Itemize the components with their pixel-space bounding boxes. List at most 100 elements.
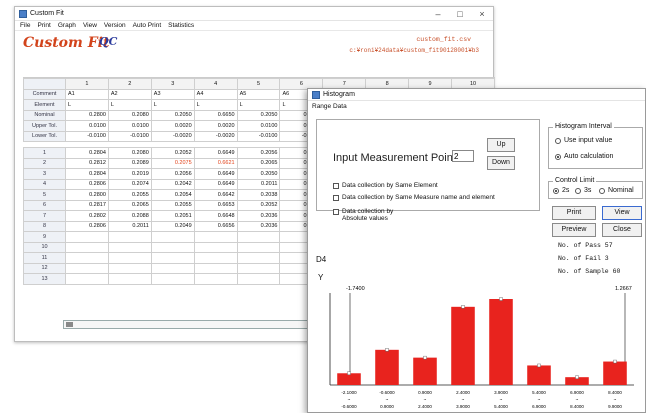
grid-cell[interactable]: 0.2065 xyxy=(236,157,281,169)
grid-cell[interactable]: 0.2075 xyxy=(150,157,195,169)
radio-3s[interactable]: 3s xyxy=(575,187,591,194)
menu-statistics[interactable]: Statistics xyxy=(168,22,194,29)
grid-cell[interactable]: 0.2065 xyxy=(107,199,152,211)
grid-cell[interactable] xyxy=(193,262,238,274)
grid-cell[interactable]: 0.0100 xyxy=(65,120,109,132)
grid-cell[interactable]: 0.6642 xyxy=(193,189,238,201)
radio-use-input-value[interactable]: Use input value xyxy=(555,137,612,144)
grid-cell[interactable]: 0.6621 xyxy=(193,157,238,169)
grid-cell[interactable]: 0.2800 xyxy=(65,109,109,121)
horizontal-scrollbar[interactable] xyxy=(63,320,323,329)
menu-auto-print[interactable]: Auto Print xyxy=(133,22,162,29)
grid-cell[interactable]: 0.2050 xyxy=(150,109,195,121)
grid-cell[interactable]: A4 xyxy=(193,88,238,100)
grid-cell[interactable]: 0.2055 xyxy=(107,189,152,201)
grid-cell[interactable]: 0.2050 xyxy=(236,109,281,121)
grid-cell[interactable]: 0.6650 xyxy=(193,109,238,121)
grid-cell[interactable]: 0.6648 xyxy=(193,210,238,222)
grid-cell[interactable] xyxy=(65,252,109,264)
grid-cell[interactable]: 0.2806 xyxy=(65,178,109,190)
radio-dot[interactable] xyxy=(575,187,581,194)
up-button[interactable]: Up xyxy=(487,138,515,152)
grid-cell[interactable]: -0.0100 xyxy=(107,130,152,142)
grid-cell[interactable]: L xyxy=(193,99,238,111)
grid-cell[interactable]: L xyxy=(150,99,195,111)
grid-cell[interactable]: -0.0020 xyxy=(150,130,195,142)
grid-cell[interactable]: 0.2800 xyxy=(65,189,109,201)
menu-version[interactable]: Version xyxy=(104,22,126,29)
radio-dot[interactable] xyxy=(555,137,561,144)
grid-cell[interactable]: 0.0020 xyxy=(193,120,238,132)
grid-cell[interactable] xyxy=(65,231,109,243)
grid-cell[interactable]: 0.2011 xyxy=(236,178,281,190)
grid-cell[interactable]: 0.6656 xyxy=(193,220,238,232)
grid-cell[interactable] xyxy=(236,241,281,253)
grid-cell[interactable]: 0.2052 xyxy=(236,199,281,211)
grid-cell[interactable]: -0.0100 xyxy=(65,130,109,142)
grid-cell[interactable]: 0.2080 xyxy=(107,147,152,159)
grid-cell[interactable]: L xyxy=(65,99,109,111)
grid-cell[interactable] xyxy=(236,231,281,243)
grid-cell[interactable] xyxy=(107,252,152,264)
grid-cell[interactable]: 0.6649 xyxy=(193,168,238,180)
preview-button[interactable]: Preview xyxy=(552,223,596,237)
grid-cell[interactable]: 0.2051 xyxy=(150,210,195,222)
grid-cell[interactable]: A3 xyxy=(150,88,195,100)
histogram-titlebar[interactable]: Histogram xyxy=(308,89,645,101)
down-button[interactable]: Down xyxy=(487,156,515,170)
grid-cell[interactable]: 0.2036 xyxy=(236,220,281,232)
grid-cell[interactable] xyxy=(193,231,238,243)
grid-cell[interactable]: 0.2817 xyxy=(65,199,109,211)
grid-cell[interactable]: 0.2019 xyxy=(107,168,152,180)
scroll-thumb[interactable] xyxy=(66,322,73,327)
menu-view[interactable]: View xyxy=(83,22,97,29)
grid-cell[interactable]: 0.2080 xyxy=(107,109,152,121)
grid-cell[interactable]: 0.2056 xyxy=(150,168,195,180)
grid-cell[interactable] xyxy=(236,262,281,274)
checkbox-same-measure-name[interactable]: Data collection by Same Measure name and… xyxy=(333,194,503,201)
radio-dot[interactable] xyxy=(553,187,559,194)
grid-cell[interactable] xyxy=(236,252,281,264)
grid-cell[interactable] xyxy=(193,241,238,253)
grid-cell[interactable]: A5 xyxy=(236,88,281,100)
grid-cell[interactable]: 0.2049 xyxy=(150,220,195,232)
radio-auto-calculation[interactable]: Auto calculation xyxy=(555,153,613,160)
grid-cell[interactable]: A2 xyxy=(107,88,152,100)
print-button[interactable]: Print xyxy=(552,206,596,220)
grid-cell[interactable]: 0.2056 xyxy=(236,147,281,159)
checkbox-same-element[interactable]: Data collection by Same Element xyxy=(333,182,438,189)
grid-cell[interactable]: 0.2806 xyxy=(65,220,109,232)
grid-cell[interactable]: 0.2054 xyxy=(150,189,195,201)
grid-cell[interactable] xyxy=(236,273,281,285)
grid-cell[interactable]: 0.0020 xyxy=(150,120,195,132)
main-titlebar[interactable]: Custom Fit – □ × xyxy=(15,7,493,21)
grid-cell[interactable]: 0.2088 xyxy=(107,210,152,222)
close-button[interactable]: Close xyxy=(602,223,642,237)
grid-cell[interactable]: L xyxy=(107,99,152,111)
grid-cell[interactable] xyxy=(65,241,109,253)
menu-graph[interactable]: Graph xyxy=(58,22,76,29)
grid-cell[interactable] xyxy=(65,262,109,274)
grid-cell[interactable]: 0.2812 xyxy=(65,157,109,169)
grid-cell[interactable]: 0.2074 xyxy=(107,178,152,190)
grid-cell[interactable]: 0.0100 xyxy=(107,120,152,132)
grid-cell[interactable]: -0.0100 xyxy=(236,130,281,142)
grid-cell[interactable]: 0.2038 xyxy=(236,189,281,201)
grid-cell[interactable] xyxy=(107,273,152,285)
grid-cell[interactable]: 0.2050 xyxy=(236,168,281,180)
grid-cell[interactable]: 0.0100 xyxy=(236,120,281,132)
grid-cell[interactable] xyxy=(107,262,152,274)
grid-cell[interactable] xyxy=(107,241,152,253)
maximize-icon[interactable]: □ xyxy=(449,8,471,20)
view-button[interactable]: View xyxy=(602,206,642,220)
radio-2s[interactable]: 2s xyxy=(553,187,569,194)
grid-cell[interactable]: 0.2804 xyxy=(65,147,109,159)
grid-cell[interactable]: 0.6649 xyxy=(193,147,238,159)
grid-cell[interactable]: L xyxy=(236,99,281,111)
radio-dot[interactable] xyxy=(599,187,605,194)
grid-cell[interactable]: 0.2052 xyxy=(150,147,195,159)
grid-cell[interactable] xyxy=(193,252,238,264)
grid-cell[interactable] xyxy=(193,273,238,285)
grid-cell[interactable]: 0.2802 xyxy=(65,210,109,222)
grid-cell[interactable] xyxy=(150,252,195,264)
